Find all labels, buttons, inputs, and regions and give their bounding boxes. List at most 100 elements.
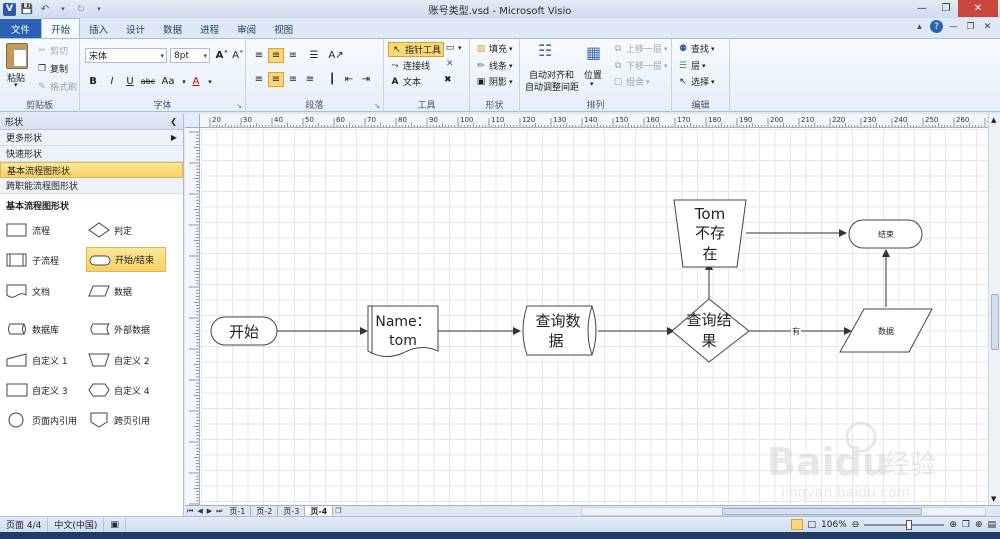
align-top-icon[interactable]: ≡ — [251, 48, 267, 63]
font-size-select[interactable]: 8pt ▾ — [170, 48, 210, 63]
decrease-indent-icon[interactable]: ⇤ — [341, 72, 357, 87]
connector-button[interactable]: ⤳ 连接线 — [389, 59, 430, 73]
basic-flowchart-item[interactable]: 基本流程图形状 — [0, 162, 183, 178]
align-center-icon[interactable]: ≡ — [268, 72, 284, 87]
minimize-ribbon-icon[interactable]: ▴ — [913, 20, 926, 33]
fullscreen-view-icon[interactable]: □ — [808, 520, 817, 530]
master-process[interactable]: 流程 — [6, 222, 50, 238]
align-left-icon[interactable]: ≡ — [251, 72, 267, 87]
master-document[interactable]: 文档 — [6, 283, 50, 299]
zoom-in-icon[interactable]: ⊕ — [949, 520, 957, 530]
tab-view[interactable]: 视图 — [265, 20, 302, 38]
first-page-icon[interactable]: ⏮ — [185, 507, 195, 516]
copy-button[interactable]: ❐ 复制 — [36, 62, 68, 76]
data-shape[interactable]: 数据 — [839, 308, 933, 353]
select-button[interactable]: ↖ 选择 ▾ — [677, 75, 714, 89]
tab-process[interactable]: 进程 — [191, 20, 228, 38]
text-direction-icon[interactable]: A↗ — [328, 48, 344, 63]
customize-qat-icon[interactable]: ▾ — [92, 2, 106, 16]
close-button[interactable]: ✕ — [958, 0, 998, 17]
master-custom4[interactable]: 自定义 4 — [88, 382, 150, 398]
undo-dropdown-icon[interactable]: ▾ — [56, 2, 70, 16]
collapse-panel-icon[interactable]: ❮ — [170, 117, 177, 126]
master-external-data[interactable]: 外部数据 — [88, 321, 150, 337]
undo-icon[interactable]: ↶ — [38, 2, 52, 16]
distribute-icon[interactable]: ┃ — [324, 72, 340, 87]
paste-icon[interactable] — [6, 43, 28, 69]
vertical-scroll-thumb[interactable] — [991, 294, 999, 350]
horizontal-scroll-thumb[interactable] — [722, 508, 922, 515]
page-tab-3[interactable]: 页-3 — [278, 505, 306, 517]
change-case-button[interactable]: Aa — [159, 74, 177, 89]
quick-shapes-item[interactable]: 快速形状 — [0, 146, 183, 162]
macro-record-icon[interactable]: ▣ — [104, 517, 126, 532]
align-bottom-icon[interactable]: ≡ — [285, 48, 301, 63]
last-page-icon[interactable]: ⏭ — [214, 507, 224, 516]
grow-font-icon[interactable]: A˄ — [214, 48, 230, 63]
restore-button[interactable]: ❐ — [934, 0, 958, 17]
fit-page-icon[interactable]: ❐ — [962, 520, 970, 530]
page-indicator[interactable]: 页面 4/4 — [0, 517, 49, 532]
bring-forward-button[interactable]: ⧉ 上移一层 ▾ — [612, 42, 668, 56]
master-onpage-ref[interactable]: 页面内引用 — [6, 412, 77, 428]
tab-home[interactable]: 开始 — [41, 18, 81, 38]
tab-insert[interactable]: 插入 — [80, 20, 117, 38]
scroll-up-icon[interactable]: ▲ — [991, 116, 996, 124]
cut-button[interactable]: ✂ 剪切 — [36, 44, 68, 58]
tab-file[interactable]: 文件 — [0, 19, 42, 38]
font-color-dropdown-icon[interactable]: ▾ — [202, 74, 218, 89]
italic-button[interactable]: I — [104, 74, 120, 89]
tab-data[interactable]: 数据 — [154, 20, 191, 38]
master-custom3[interactable]: 自定义 3 — [6, 382, 68, 398]
group-button[interactable]: ▢ 组合 ▾ — [612, 75, 650, 89]
help-icon[interactable]: ? — [930, 20, 943, 33]
page-tab-1[interactable]: 页-1 — [224, 505, 252, 517]
zoom-level[interactable]: 106% — [821, 520, 847, 530]
master-decision[interactable]: 判定 — [88, 222, 132, 238]
doc-minimize-icon[interactable]: — — [947, 20, 960, 33]
horizontal-ruler[interactable]: 20 30 40 50 60 70 80 90 100 110 120 130 140 150 160 170… — [200, 114, 988, 128]
redo-icon[interactable]: ↻ — [74, 2, 88, 16]
master-offpage-ref[interactable]: 跨页引用 — [88, 412, 150, 428]
tom-not-exist-shape[interactable]: Tom 不存 在 — [673, 199, 747, 268]
language-indicator[interactable]: 中文(中国) — [48, 517, 105, 532]
name-document-shape[interactable]: Name： tom — [367, 305, 439, 357]
doc-close-icon[interactable]: ✕ — [981, 20, 994, 33]
fill-button[interactable]: ▨ 填充 ▾ — [475, 42, 513, 56]
paste-dropdown-icon[interactable]: ▾ — [14, 81, 18, 89]
master-custom1[interactable]: 自定义 1 — [6, 352, 68, 368]
page-tab-4[interactable]: 页-4 — [305, 505, 334, 517]
prev-page-icon[interactable]: ◀ — [195, 507, 204, 515]
normal-view-icon[interactable] — [790, 519, 803, 530]
font-dialog-launcher-icon[interactable]: ↘ — [236, 102, 242, 110]
cross-functional-item[interactable]: 跨职能流程图形状 — [0, 178, 183, 194]
format-painter-button[interactable]: ✎ 格式刷 — [36, 80, 77, 94]
rectangle-tool-button[interactable]: ▭ ▾ — [444, 42, 462, 54]
query-result-decision[interactable]: 查询结 果 — [671, 298, 750, 363]
increase-indent-icon[interactable]: ⇥ — [358, 72, 374, 87]
zoom-out-icon[interactable]: ⊖ — [852, 520, 860, 530]
more-shapes-item[interactable]: 更多形状 ▶ — [0, 130, 183, 146]
shadow-button[interactable]: ▣ 阴影 ▾ — [475, 75, 513, 89]
page-tab-2[interactable]: 页-2 — [251, 505, 279, 517]
layer-button[interactable]: ☰ 层 ▾ — [677, 59, 706, 73]
horizontal-scrollbar[interactable] — [581, 507, 986, 516]
zoom-slider-knob[interactable] — [906, 519, 913, 530]
master-database[interactable]: 数据库 — [6, 321, 59, 337]
shrink-font-icon[interactable]: A˅ — [230, 48, 246, 63]
pan-zoom-icon[interactable]: ⊕ — [975, 520, 983, 530]
scroll-down-icon[interactable]: ▼ — [991, 495, 996, 503]
find-button[interactable]: ⚉ 查找 ▾ — [677, 42, 715, 56]
justify-icon[interactable]: ≡ — [302, 72, 318, 87]
minimize-button[interactable]: — — [910, 0, 934, 17]
underline-button[interactable]: U — [122, 74, 138, 89]
switch-windows-icon[interactable]: ▤ — [987, 520, 996, 530]
align-right-icon[interactable]: ≡ — [285, 72, 301, 87]
start-shape[interactable]: 开始 — [210, 316, 278, 346]
master-data[interactable]: 数据 — [88, 283, 132, 299]
tab-review[interactable]: 审阅 — [228, 20, 265, 38]
line-button[interactable]: ✏ 线条 ▾ — [475, 59, 512, 73]
zoom-slider[interactable] — [864, 519, 945, 530]
doc-restore-icon[interactable]: ❐ — [964, 20, 977, 33]
end-shape[interactable]: 结束 — [848, 219, 923, 249]
